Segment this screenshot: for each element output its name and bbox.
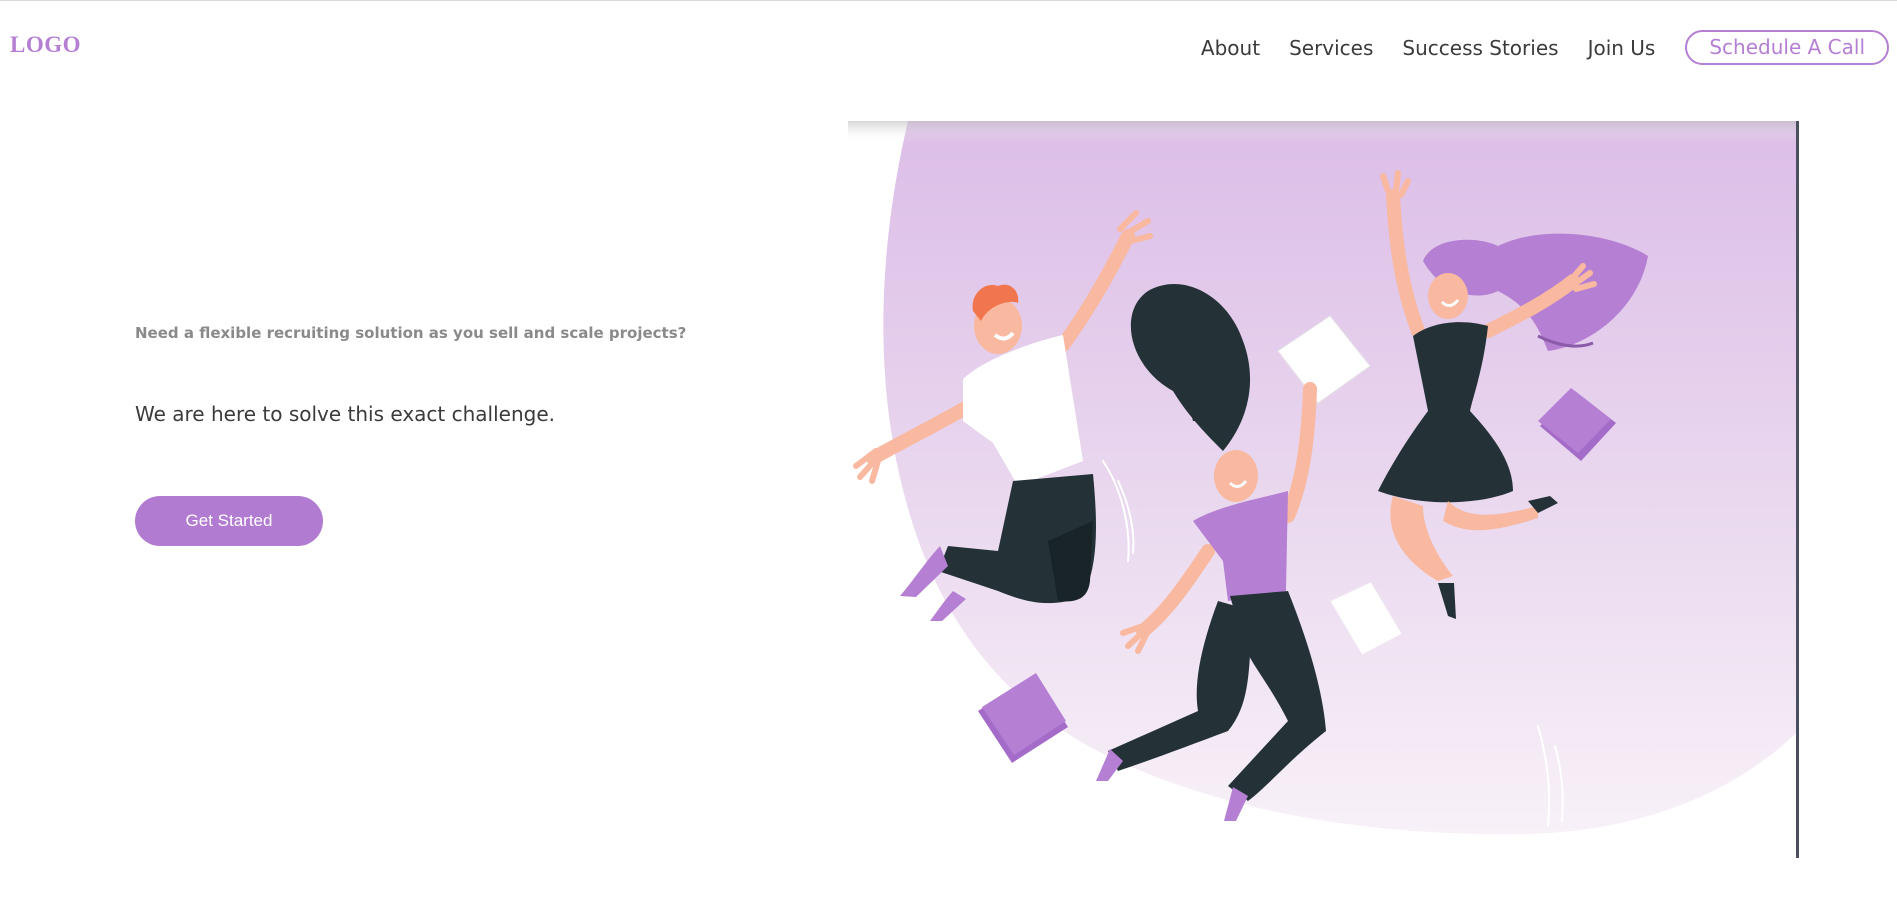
nav-services[interactable]: Services [1289, 36, 1373, 60]
schedule-call-button[interactable]: Schedule A Call [1685, 30, 1889, 65]
nav-success-stories[interactable]: Success Stories [1402, 36, 1558, 60]
nav-about[interactable]: About [1201, 36, 1260, 60]
logo[interactable]: LOGO [10, 32, 81, 58]
people-jumping-illustration [848, 121, 1798, 835]
hero-kicker: Need a flexible recruiting solution as y… [135, 324, 687, 342]
hero-illustration [848, 121, 1798, 857]
hero-edge-line [1796, 121, 1799, 858]
hero-headline: We are here to solve this exact challeng… [135, 402, 556, 426]
top-divider [0, 0, 1897, 1]
nav-join-us[interactable]: Join Us [1588, 36, 1656, 60]
top-shadow [848, 121, 1798, 143]
main-navigation: About Services Success Stories Join Us S… [1172, 30, 1889, 65]
get-started-button[interactable]: Get Started [135, 496, 323, 546]
